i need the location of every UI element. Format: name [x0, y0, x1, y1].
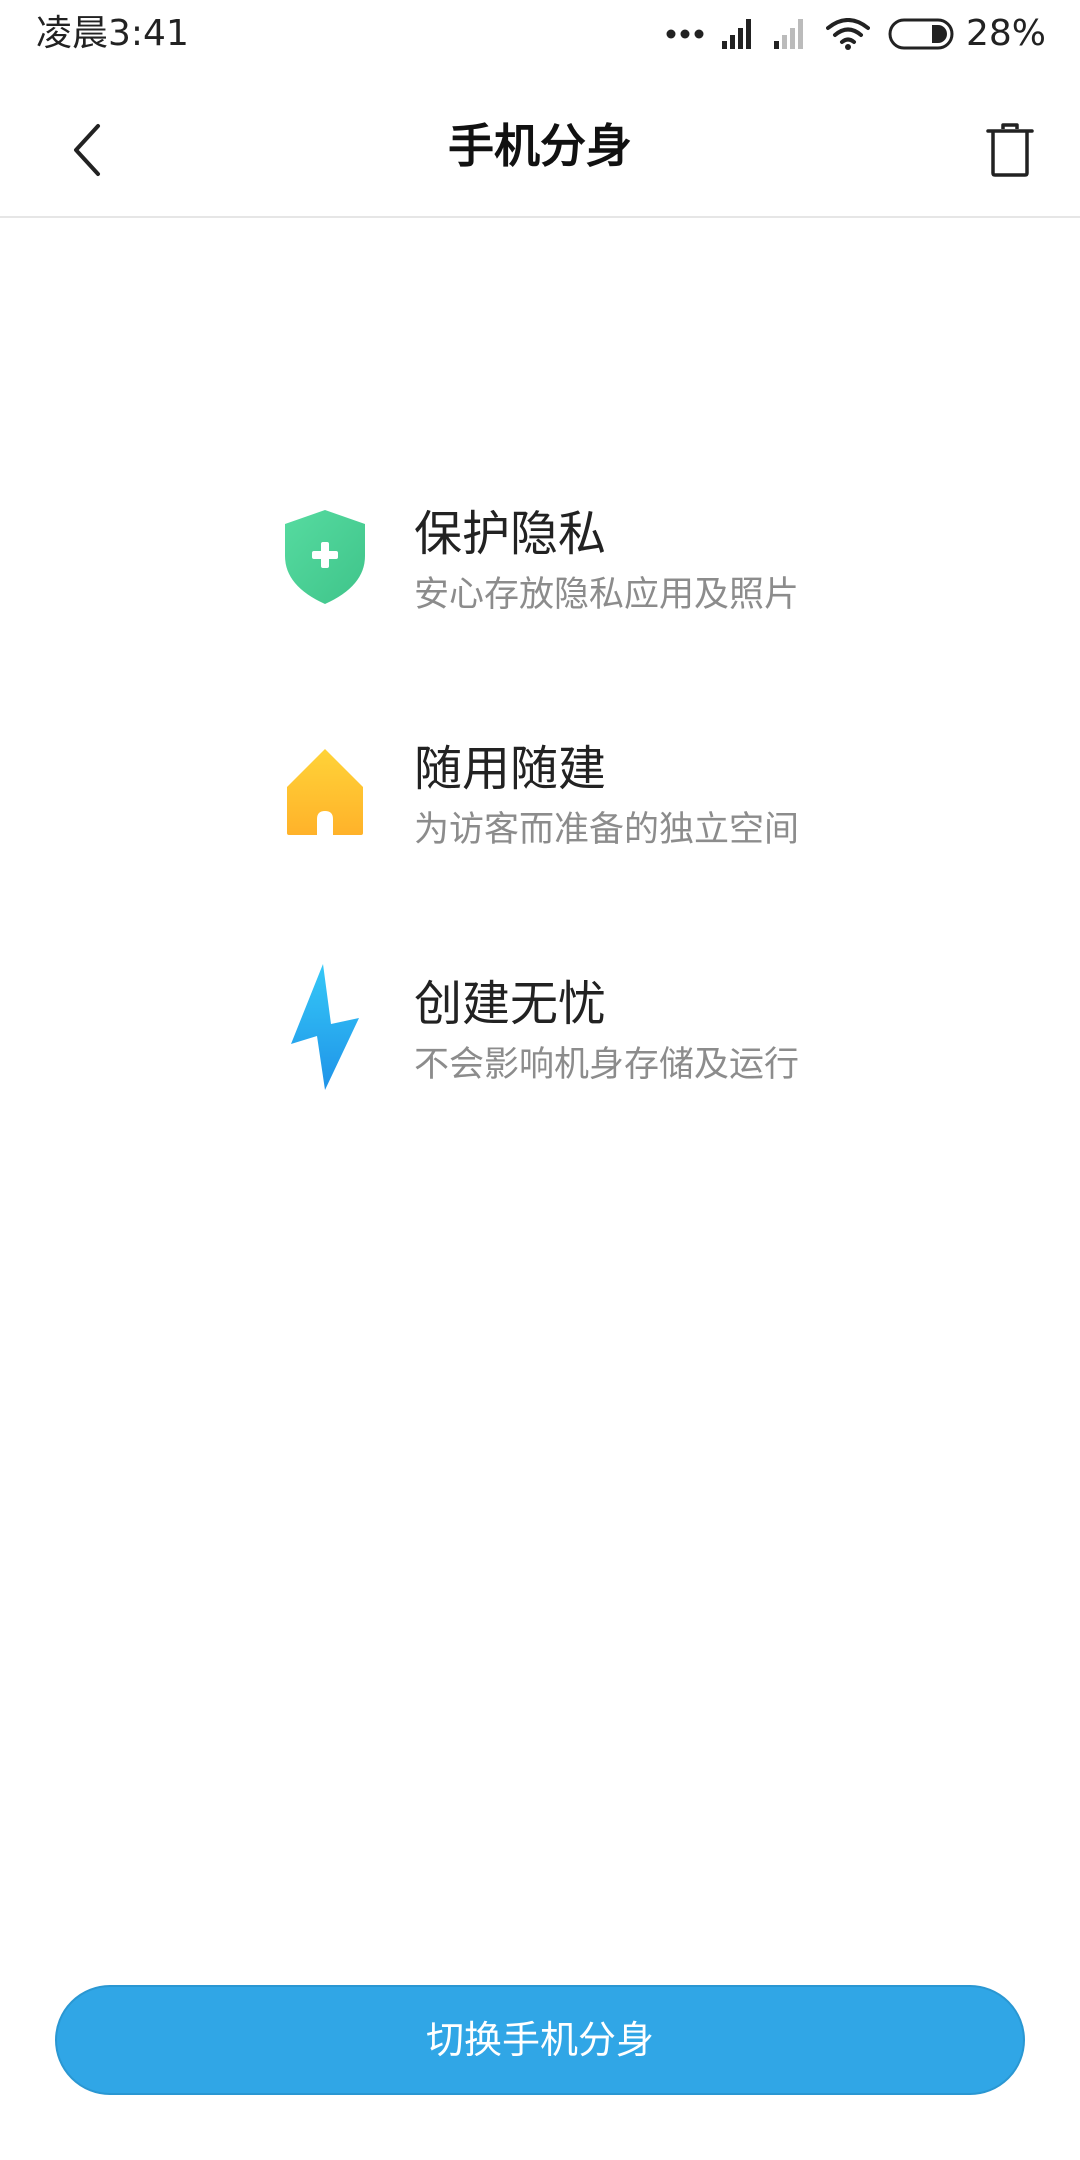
shield-plus-icon [285, 510, 365, 604]
page-title: 手机分身 [448, 119, 632, 173]
more-dots-icon [666, 29, 704, 39]
title-bar: 手机分身 [0, 68, 1080, 218]
battery-icon [888, 18, 954, 50]
delete-button[interactable] [968, 108, 1052, 192]
screen: 凌晨3:41 28% 手机分身 保护隐私 安心存放隐私应用及照片 随用随建 为访… [0, 0, 1080, 2160]
feature-fast: 创建无忧 不会影响机身存储及运行 [270, 952, 910, 1102]
feature-description: 不会影响机身存储及运行 [414, 1045, 800, 1085]
lightning-icon [291, 964, 359, 1090]
battery-percent: 28% [965, 13, 1046, 54]
trash-icon [986, 123, 1034, 177]
wifi-icon [825, 18, 870, 50]
status-time: 凌晨3:41 [36, 13, 189, 54]
feature-title: 创建无忧 [414, 976, 607, 1032]
status-bar: 凌晨3:41 28% [0, 0, 1080, 68]
signal-weak-icon [773, 19, 803, 49]
feature-icon-wrap [270, 717, 380, 867]
switch-phone-clone-button[interactable]: 切换手机分身 [55, 1985, 1025, 2095]
signal-icon [721, 19, 751, 49]
feature-title: 随用随建 [414, 741, 607, 797]
feature-description: 为访客而准备的独立空间 [414, 810, 800, 850]
feature-title: 保护隐私 [414, 506, 607, 562]
status-icons: 28% [666, 12, 1046, 56]
feature-description: 安心存放隐私应用及照片 [414, 575, 800, 615]
feature-guest: 随用随建 为访客而准备的独立空间 [270, 717, 910, 867]
house-icon [287, 749, 363, 835]
feature-icon-wrap [270, 482, 380, 632]
feature-icon-wrap [270, 952, 380, 1102]
feature-privacy: 保护隐私 安心存放隐私应用及照片 [270, 482, 910, 632]
